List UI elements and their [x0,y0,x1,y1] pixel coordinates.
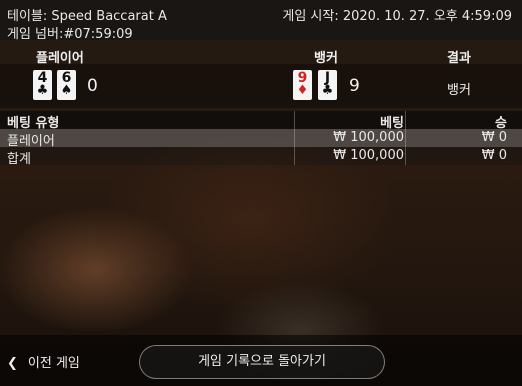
bet-type-cell: 합계 [7,152,31,167]
bet-amount-cell: ₩ 100,000 [333,130,404,145]
clubs-icon: ♣ [321,83,334,98]
game-info-header: 테이블: Speed Baccarat A 게임 넘버:#07:59:09 게임… [0,0,522,42]
column-divider [294,129,295,147]
game-outcome: 뱅커 [447,83,471,98]
game-number: 게임 넘버:#07:59:09 [7,27,133,42]
clubs-icon: ♣ [36,83,49,98]
bet-table-header: 베팅 유형 베팅 승 [0,111,522,131]
table-row: 합계 ₩ 100,000 ₩ 0 [0,147,522,167]
previous-game-button[interactable]: ❮ 이전 게임 [7,352,80,371]
cards-row: 4 ♣ 6 ♠ 0 9 ♦ J ♣ 9 뱅커 [0,64,522,108]
chevron-left-icon: ❮ [7,356,18,371]
column-divider [405,111,406,129]
column-divider [405,147,406,165]
table-name: 테이블: Speed Baccarat A [7,9,167,24]
footer-bar: ❮ 이전 게임 게임 기록으로 돌아가기 [0,335,522,386]
column-divider [294,111,295,129]
game-start-time: 게임 시작: 2020. 10. 27. 오후 4:59:09 [282,9,512,24]
bet-amount-cell: ₩ 100,000 [333,148,404,163]
column-divider [405,129,406,147]
column-divider [294,147,295,165]
banker-card-1: 9 ♦ [293,70,312,100]
win-amount-cell: ₩ 0 [481,148,507,163]
player-card-2: 6 ♠ [57,70,76,100]
table-row: 플레이어 ₩ 100,000 ₩ 0 [0,129,522,149]
banker-card-2: J ♣ [318,70,337,100]
banker-score: 9 [349,76,360,96]
player-score: 0 [87,76,98,96]
bet-table: 베팅 유형 베팅 승 플레이어 ₩ 100,000 ₩ 0 합계 ₩ 100,0… [0,111,522,167]
spades-icon: ♠ [60,83,73,98]
back-to-history-button[interactable]: 게임 기록으로 돌아가기 [139,345,385,379]
diamonds-icon: ♦ [296,83,309,98]
previous-game-label: 이전 게임 [27,356,80,371]
player-card-1: 4 ♣ [33,70,52,100]
result-header: 플레이어 뱅커 결과 [0,44,522,66]
win-amount-cell: ₩ 0 [481,130,507,145]
